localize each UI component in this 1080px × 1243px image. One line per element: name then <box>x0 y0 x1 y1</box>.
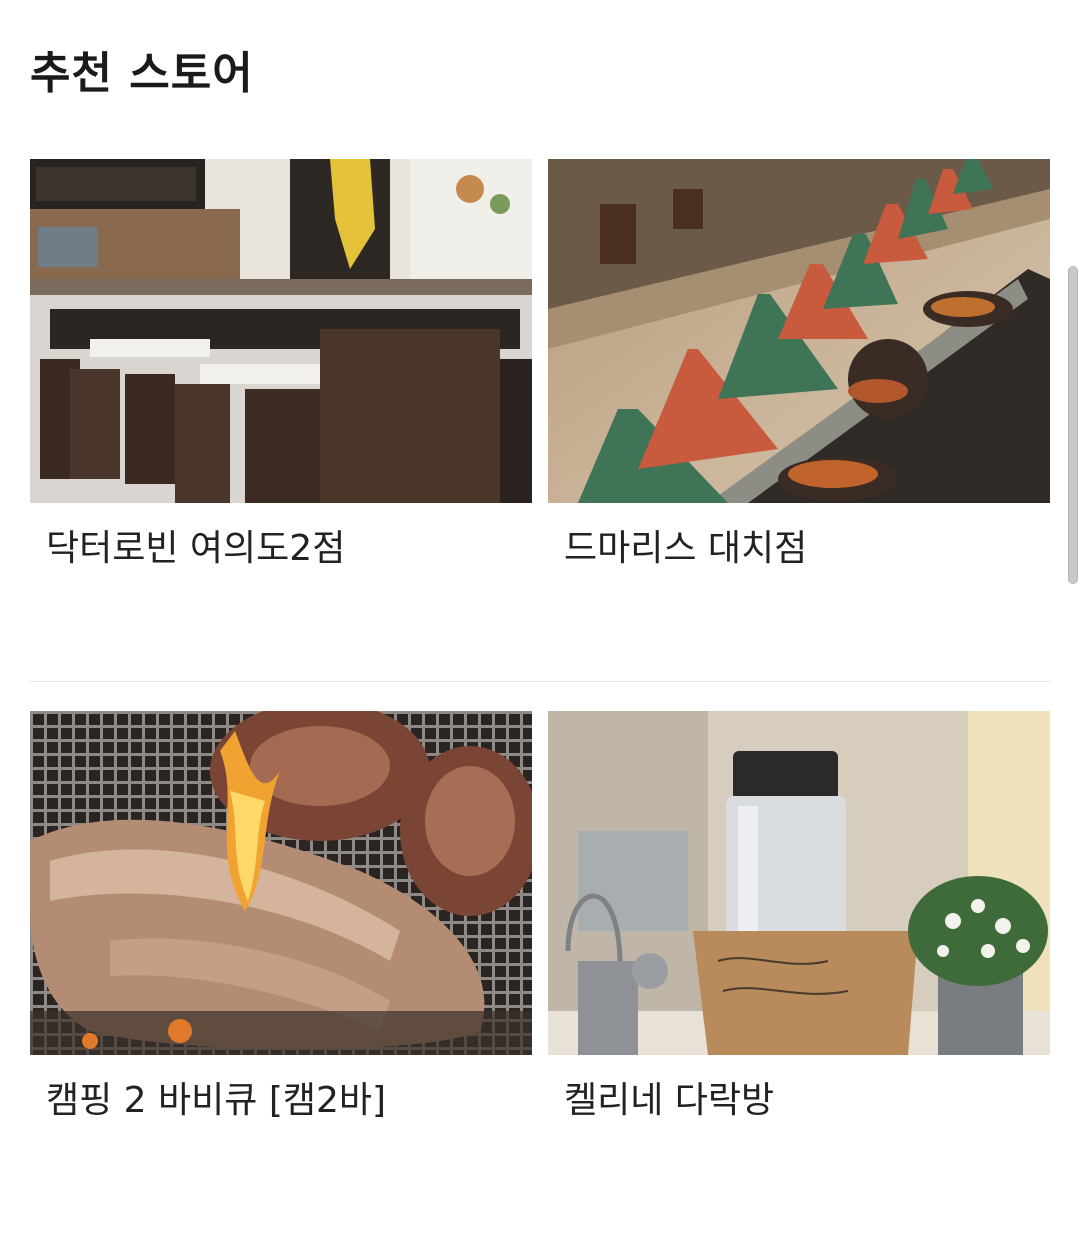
store-card[interactable]: 드마리스 대치점 <box>548 159 1050 571</box>
store-card[interactable]: 켈리네 다락방 <box>548 711 1050 1123</box>
store-name[interactable]: 드마리스 대치점 <box>548 527 1050 571</box>
store-name[interactable]: 켈리네 다락방 <box>548 1079 1050 1123</box>
store-name[interactable]: 캠핑 2 바비큐 [캠2바] <box>30 1079 532 1123</box>
store-card[interactable]: 닥터로빈 여의도2점 <box>30 159 532 571</box>
grilled-meat-photo <box>30 711 532 1055</box>
tumbler-cafe-photo <box>548 711 1050 1055</box>
recommended-stores-page: 추천 스토어 닥터로빈 여의도2점 드마리스 대치점 캠핑 2 바비큐 [캠2바… <box>0 0 1080 1243</box>
cafe-interior-photo <box>30 159 532 503</box>
section-title: 추천 스토어 <box>30 48 254 99</box>
row-divider <box>30 681 1050 682</box>
scrollbar[interactable] <box>1068 266 1078 584</box>
store-card[interactable]: 캠핑 2 바비큐 [캠2바] <box>30 711 532 1123</box>
store-thumbnail[interactable] <box>30 711 532 1055</box>
tagine-buffet-photo <box>548 159 1050 503</box>
store-name[interactable]: 닥터로빈 여의도2점 <box>30 527 532 571</box>
store-thumbnail[interactable] <box>30 159 532 503</box>
store-thumbnail[interactable] <box>548 711 1050 1055</box>
store-thumbnail[interactable] <box>548 159 1050 503</box>
